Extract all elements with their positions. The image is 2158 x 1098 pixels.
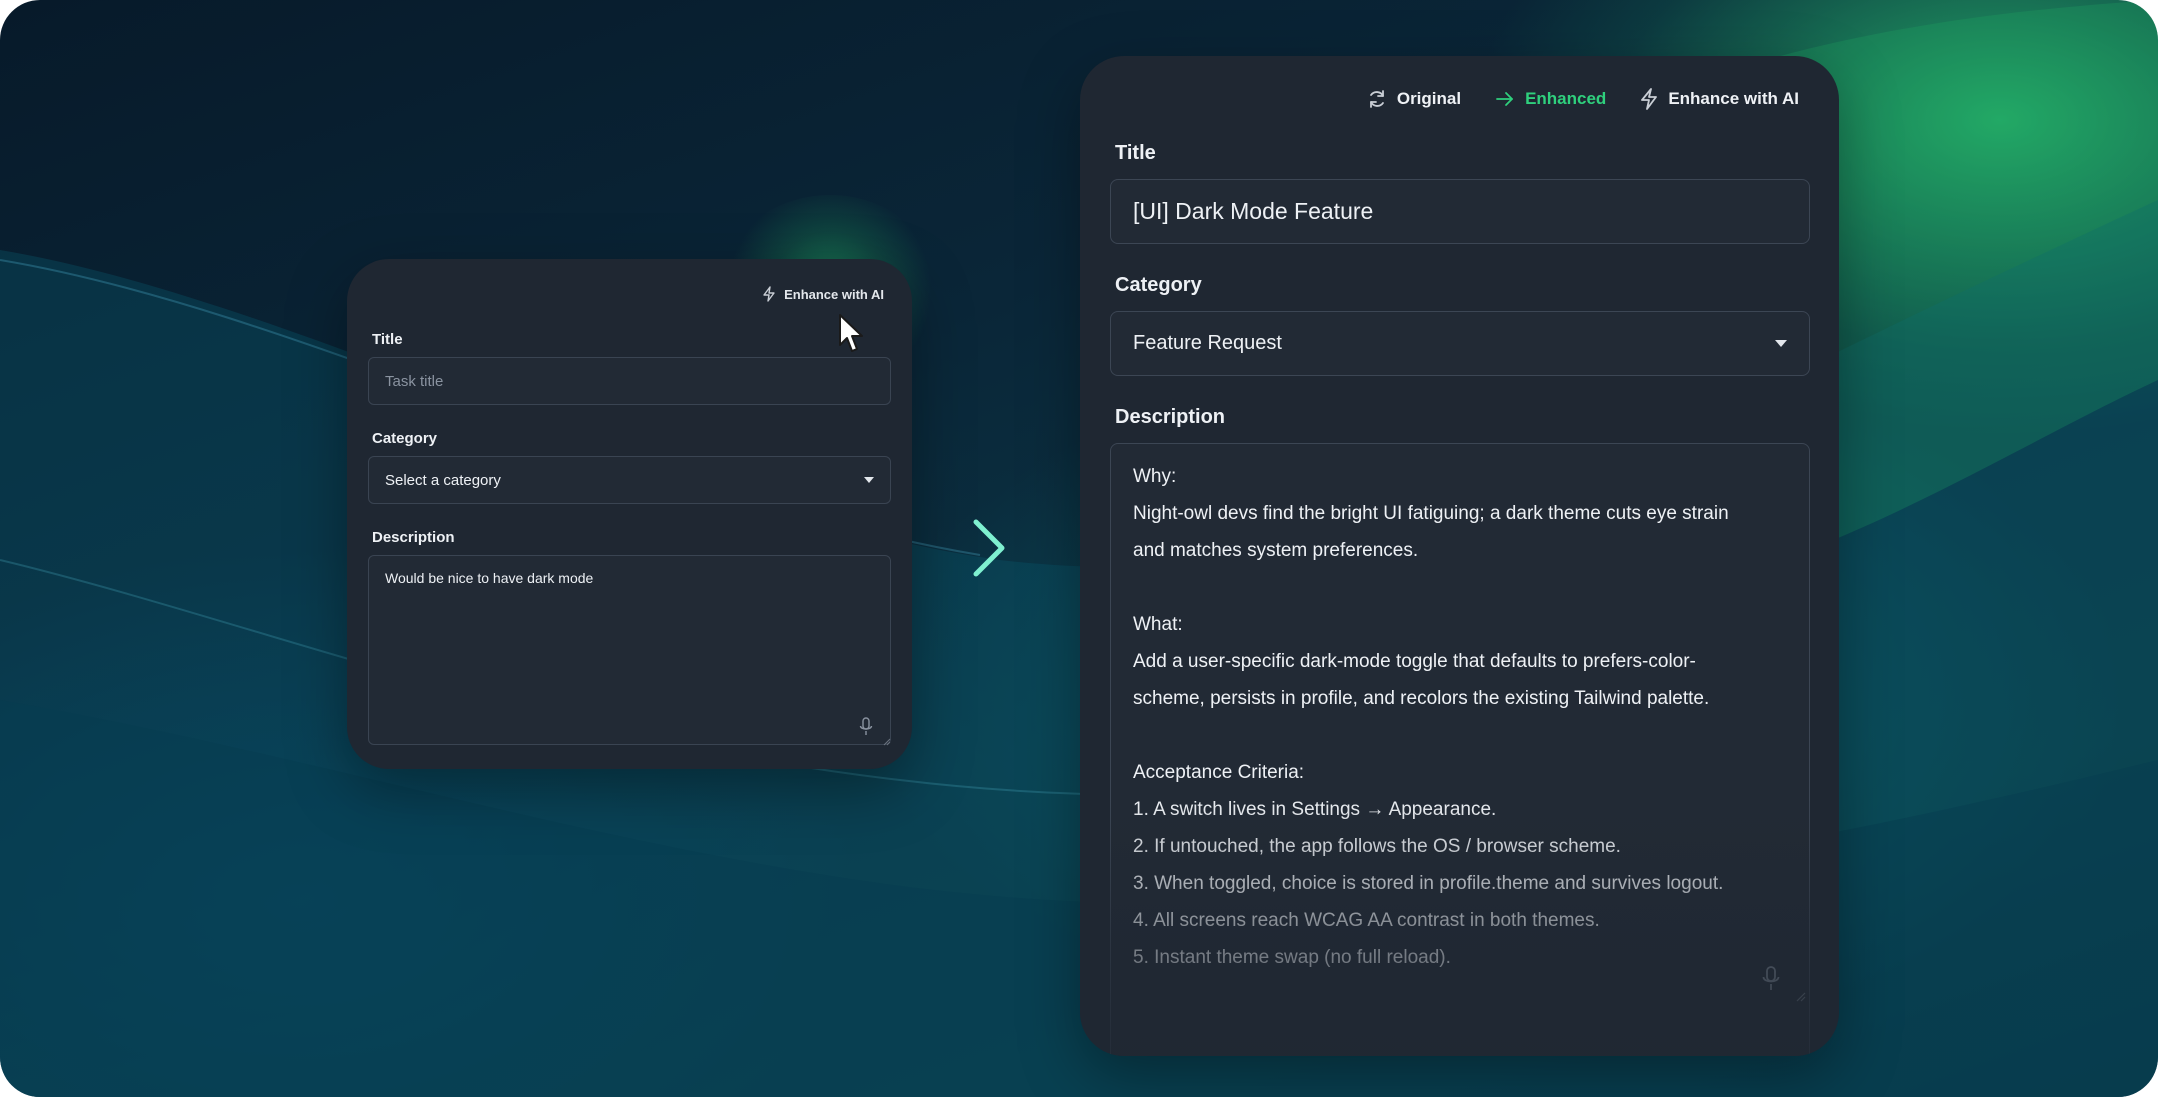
arrow-right-icon <box>1496 92 1513 106</box>
description-line: 4. All screens reach WCAG AA contrast in… <box>1133 910 1600 931</box>
microphone-icon[interactable] <box>1762 966 1780 992</box>
description-line: 3. When toggled, choice is stored in pro… <box>1133 873 1724 894</box>
enhance-with-ai-label: Enhance with AI <box>784 286 884 302</box>
original-label: Original <box>1396 89 1462 108</box>
enhanced-task-form: Original Enhanced Enhance with AI Title … <box>1080 56 1839 1056</box>
description-textarea[interactable]: Would be nice to have dark mode <box>368 555 891 745</box>
description-line: 2. If untouched, the app follows the OS … <box>1133 836 1621 857</box>
refresh-icon <box>1369 90 1384 108</box>
category-value: Feature Request <box>1133 332 1282 354</box>
description-value: Would be nice to have dark mode <box>385 570 594 586</box>
enhance-with-ai-label: Enhance with AI <box>1668 89 1799 108</box>
description-line: Why: <box>1133 466 1177 487</box>
title-label: Title <box>372 331 403 348</box>
category-label: Category <box>1115 274 1202 296</box>
chevron-right-icon <box>973 519 1005 577</box>
description-label: Description <box>1115 406 1226 428</box>
description-line: scheme, persists in profile, and recolor… <box>1133 688 1710 709</box>
category-value: Select a category <box>385 471 501 489</box>
title-label: Title <box>1115 142 1156 164</box>
resize-handle-icon[interactable] <box>883 738 891 746</box>
title-input[interactable]: Task title <box>368 357 891 405</box>
resize-handle-icon[interactable] <box>1796 992 1806 1002</box>
mouse-cursor-icon <box>839 314 863 352</box>
description-line: 1. A switch lives in Settings → Appearan… <box>1133 799 1497 820</box>
category-select[interactable]: Select a category <box>368 456 891 504</box>
enhanced-label: Enhanced <box>1525 89 1607 108</box>
original-task-form: Enhance with AI Title Task title Categor… <box>347 259 912 769</box>
lightning-icon <box>1641 88 1658 110</box>
title-value: [UI] Dark Mode Feature <box>1133 198 1374 224</box>
description-blank-line <box>1133 569 1787 606</box>
description-label: Description <box>372 529 455 546</box>
description-line: 5. Instant theme swap (no full reload). <box>1133 947 1451 968</box>
description-textarea[interactable]: Why: Night-owl devs find the bright UI f… <box>1110 443 1810 1056</box>
enhance-with-ai-button[interactable]: Enhance with AI <box>1640 88 1799 110</box>
view-toolbar: Original Enhanced Enhance with AI <box>1367 84 1799 114</box>
title-input[interactable]: [UI] Dark Mode Feature <box>1110 179 1810 244</box>
description-line: What: <box>1133 614 1183 635</box>
description-line: Acceptance Criteria: <box>1133 762 1305 783</box>
caret-down-icon <box>1775 340 1787 347</box>
description-blank-line <box>1133 717 1787 754</box>
background: Enhance with AI Title Task title Categor… <box>0 0 2158 1097</box>
enhance-with-ai-button[interactable]: Enhance with AI <box>762 283 884 305</box>
enhanced-button[interactable]: Enhanced <box>1495 89 1606 109</box>
category-label: Category <box>372 430 438 447</box>
microphone-icon[interactable] <box>859 717 873 737</box>
lightning-icon <box>763 286 775 302</box>
category-select[interactable]: Feature Request <box>1110 311 1810 376</box>
description-line: and matches system preferences. <box>1133 540 1419 561</box>
title-placeholder: Task title <box>385 372 444 390</box>
description-line: Night-owl devs find the bright UI fatigu… <box>1133 503 1729 524</box>
description-line: Add a user-specific dark-mode toggle tha… <box>1133 651 1696 672</box>
original-button[interactable]: Original <box>1367 89 1461 109</box>
caret-down-icon <box>864 477 874 483</box>
